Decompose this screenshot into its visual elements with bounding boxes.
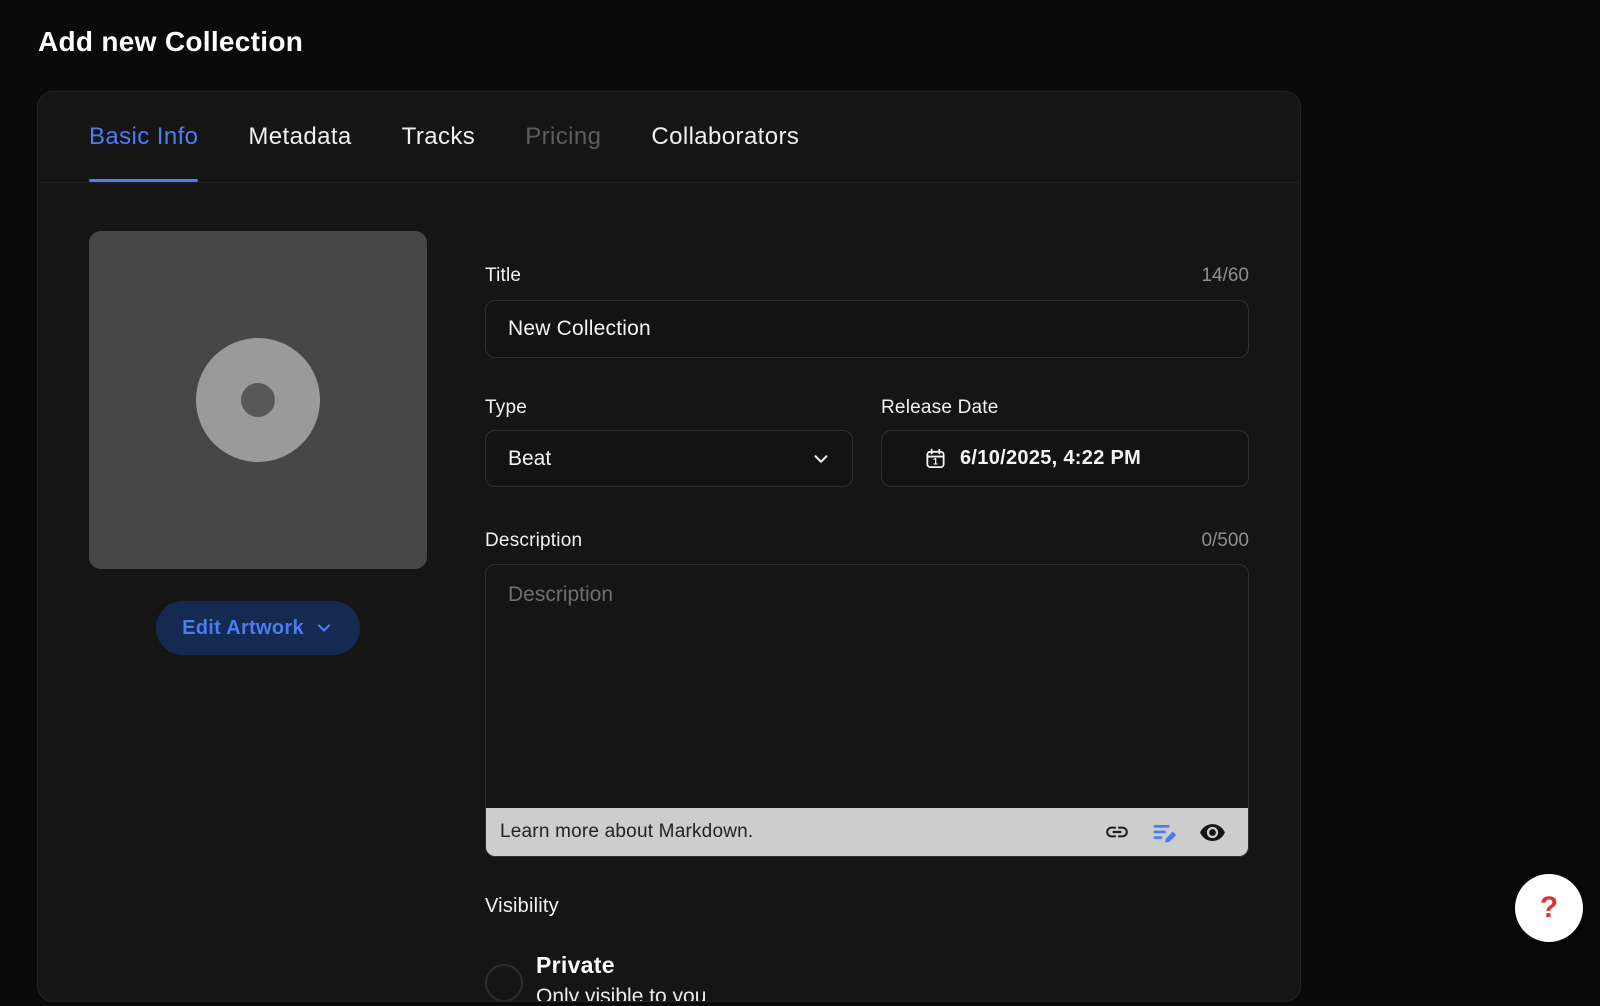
edit-artwork-label: Edit Artwork	[182, 617, 304, 640]
tab-pricing: Pricing	[525, 92, 601, 182]
title-char-counter: 14/60	[1201, 266, 1249, 286]
release-date-button[interactable]: 1 6/10/2025, 4:22 PM	[881, 430, 1249, 487]
type-select[interactable]: Beat	[485, 430, 853, 487]
release-date-label: Release Date	[881, 398, 999, 418]
disc-icon	[196, 338, 320, 462]
calendar-icon: 1	[924, 447, 947, 470]
artwork-preview[interactable]	[89, 231, 427, 569]
private-option-description: Only visible to you	[536, 984, 706, 1002]
markdown-toolbar: Learn more about Markdown.	[486, 808, 1248, 856]
tab-collaborators[interactable]: Collaborators	[651, 92, 799, 182]
chevron-down-icon	[810, 448, 832, 470]
title-label: Title	[485, 266, 521, 286]
type-selected-value: Beat	[508, 447, 551, 471]
title-input[interactable]	[485, 300, 1249, 358]
private-option-label: Private	[536, 950, 706, 980]
chevron-down-icon	[314, 618, 334, 638]
visibility-option-private: Private Only visible to you	[485, 950, 1249, 1002]
private-radio[interactable]	[485, 964, 523, 1002]
edit-artwork-button[interactable]: Edit Artwork	[156, 601, 360, 655]
help-button[interactable]: ?	[1515, 874, 1583, 942]
tab-basic-info[interactable]: Basic Info	[89, 92, 198, 182]
eye-icon[interactable]	[1199, 819, 1226, 846]
question-mark-icon: ?	[1540, 891, 1558, 925]
tab-metadata[interactable]: Metadata	[248, 92, 351, 182]
form-column: Title 14/60 Type Beat	[485, 231, 1249, 1002]
visibility-label: Visibility	[485, 895, 1249, 918]
page-title: Add new Collection	[38, 26, 303, 58]
description-editor: Learn more about Markdown.	[485, 564, 1249, 857]
type-label: Type	[485, 398, 527, 418]
link-icon[interactable]	[1103, 819, 1130, 846]
disc-hole	[241, 383, 275, 417]
markdown-learn-more-link[interactable]: Learn more about Markdown.	[500, 821, 753, 843]
artwork-column: Edit Artwork	[89, 231, 427, 1002]
description-textarea[interactable]	[486, 565, 1248, 808]
add-collection-panel: Basic Info Metadata Tracks Pricing Colla…	[37, 91, 1301, 1002]
svg-text:1: 1	[933, 457, 938, 467]
basic-info-content: Edit Artwork Title 14/60 Type Beat	[38, 183, 1300, 1002]
markdown-edit-icon[interactable]	[1151, 819, 1178, 846]
tab-bar: Basic Info Metadata Tracks Pricing Colla…	[38, 92, 1300, 183]
tab-tracks[interactable]: Tracks	[402, 92, 476, 182]
release-date-value: 6/10/2025, 4:22 PM	[960, 447, 1141, 470]
description-label: Description	[485, 531, 582, 551]
description-char-counter: 0/500	[1201, 531, 1249, 551]
